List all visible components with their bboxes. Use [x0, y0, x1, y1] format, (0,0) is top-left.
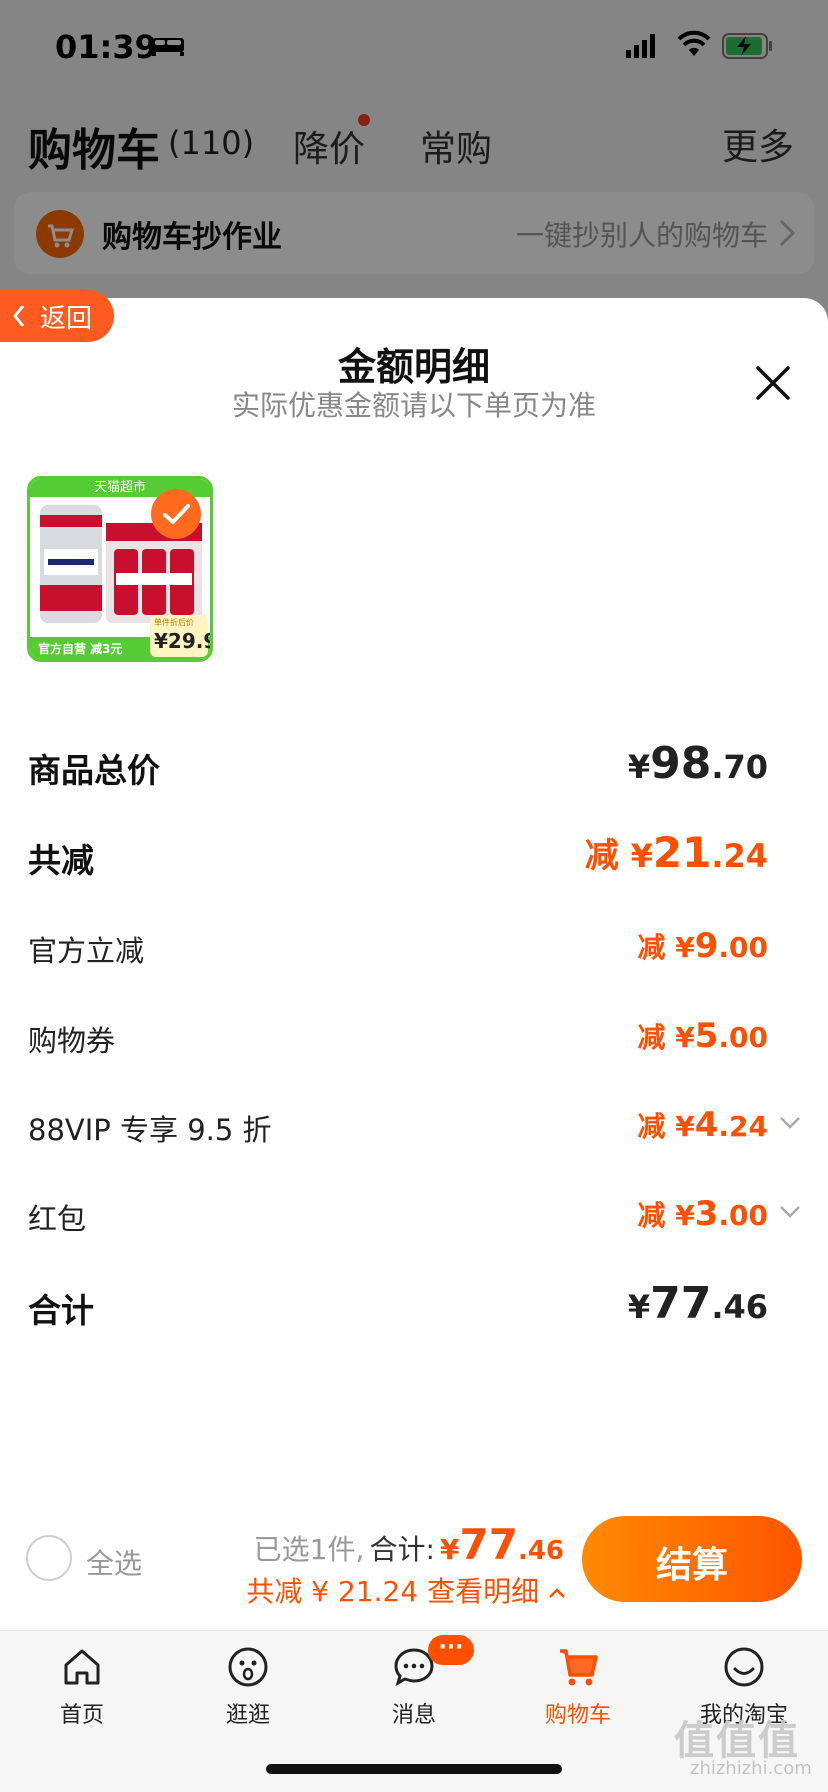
total-saved-label: 共减: [28, 841, 94, 880]
vip-discount-amount: 减 ¥4.24: [637, 1105, 768, 1145]
goods-total-label: 商品总价: [28, 751, 160, 790]
red-packet-label: 红包: [28, 1202, 87, 1236]
home-icon: [64, 1649, 100, 1685]
tab-cart-label: 购物车: [544, 1703, 611, 1728]
sheet-subtitle: 实际优惠金额请以下单页为准: [231, 389, 596, 422]
tab-cart[interactable]: 购物车: [518, 1641, 638, 1731]
chevron-left-icon: [13, 305, 25, 327]
message-badge-dots: ···: [438, 1635, 464, 1660]
red-packet-amount: 减 ¥3.00: [637, 1194, 768, 1234]
tab-messages-label: 消息: [391, 1703, 436, 1728]
back-label: 返回: [40, 304, 93, 334]
thumb-price-tag: 单件折后价 ¥29.9: [150, 615, 210, 657]
tab-home-label: 首页: [59, 1703, 104, 1728]
coupon-label: 购物券: [28, 1024, 116, 1058]
tab-explore[interactable]: 逛逛: [188, 1641, 308, 1731]
grand-total-amount: ¥77.46: [627, 1278, 768, 1329]
chevron-down-icon[interactable]: [778, 1115, 802, 1131]
tab-home[interactable]: 首页: [22, 1641, 142, 1731]
row-goods-total: 商品总价 ¥98.70: [0, 736, 828, 806]
close-icon[interactable]: [752, 362, 794, 404]
official-discount-amount: 减 ¥9.00: [637, 926, 768, 966]
select-all-checkbox[interactable]: [26, 1535, 72, 1581]
summary-total-decimal: .46: [517, 1536, 564, 1566]
sheet-title: 金额明细: [337, 345, 490, 389]
coupon-amount: 减 ¥5.00: [637, 1016, 768, 1056]
summary-total: 已选1件, 合计: ¥77.46: [254, 1520, 564, 1569]
product-selected-check[interactable]: [151, 489, 201, 539]
total-saved-amount: 减 ¥21.24: [584, 828, 768, 877]
row-vip-discount[interactable]: 88VIP 专享 9.5 折 减 ¥4.24: [0, 1099, 828, 1169]
check-icon: [163, 504, 190, 524]
thumb-footer-text: 官方自营 减3元: [38, 642, 123, 656]
grand-total-label: 合计: [28, 1291, 94, 1330]
checkout-button[interactable]: 结算: [582, 1516, 802, 1602]
chevron-down-icon[interactable]: [778, 1204, 802, 1220]
watermark-url: zhizhizhi.com: [690, 1758, 812, 1779]
thumb-price: ¥29.9: [154, 629, 213, 653]
cart-icon: [560, 1649, 598, 1686]
message-badge: ···: [428, 1635, 474, 1665]
smiley-profile-icon: [724, 1647, 764, 1687]
row-coupon: 购物券 减 ¥5.00: [0, 1010, 828, 1080]
tab-explore-label: 逛逛: [225, 1703, 270, 1728]
checkout-label: 结算: [655, 1545, 728, 1586]
chevron-up-icon: [549, 1588, 565, 1598]
row-grand-total: 合计 ¥77.46: [0, 1276, 828, 1346]
vip-discount-label: 88VIP 专享 9.5 折: [28, 1113, 272, 1147]
summary-total-main: 77: [459, 1520, 518, 1569]
row-total-saved: 共减 减 ¥21.24: [0, 826, 828, 896]
home-indicator[interactable]: [266, 1764, 562, 1774]
select-all-label[interactable]: 全选: [86, 1542, 142, 1582]
row-official-discount: 官方立减 减 ¥9.00: [0, 920, 828, 990]
view-detail-link[interactable]: 共减 ¥ 21.24 查看明细: [246, 1570, 566, 1610]
thumb-price-label: 单件折后价: [154, 618, 194, 627]
selected-count: 已选1件,: [253, 1533, 365, 1566]
saved-detail-text: 共减 ¥ 21.24 查看明细: [246, 1575, 540, 1608]
explore-face-icon: [228, 1647, 268, 1687]
row-red-packet[interactable]: 红包 减 ¥3.00: [0, 1188, 828, 1258]
summary-total-label: 合计:: [369, 1533, 435, 1566]
official-discount-label: 官方立减: [28, 934, 145, 968]
summary-yen: ¥: [440, 1533, 460, 1566]
back-button[interactable]: 返回: [0, 290, 114, 342]
goods-total-amount: ¥98.70: [627, 738, 768, 789]
